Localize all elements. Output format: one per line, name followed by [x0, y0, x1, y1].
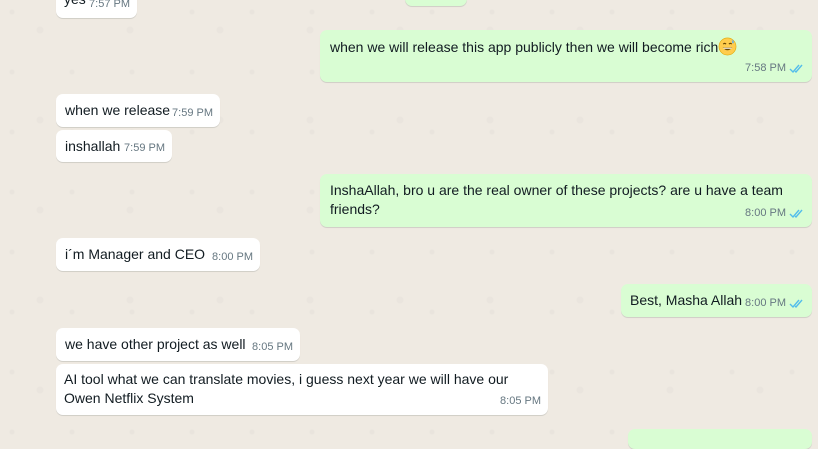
incoming-message-bubble[interactable]: AI tool what we can translate movies, i … — [56, 364, 548, 415]
message-meta: 7:58 PM — [745, 59, 805, 78]
message-time: 8:00 PM — [212, 251, 253, 263]
message-meta: 8:00 PM — [745, 294, 805, 313]
incoming-message-bubble[interactable]: we have other project as well 8:05 PM — [56, 328, 300, 361]
message-text: when we will release this app publicly t… — [330, 37, 737, 57]
message-meta: 7:59 PM — [172, 104, 213, 123]
message-meta: 8:00 PM — [745, 204, 805, 223]
incoming-message-bubble[interactable]: when we release 7:59 PM — [56, 94, 220, 127]
outgoing-message-bubble[interactable]: when we will release this app publicly t… — [320, 30, 812, 82]
message-text-content: when we will release this app publicly t… — [330, 39, 719, 55]
message-meta: 7:57 PM — [89, 0, 130, 14]
message-text: Best, Masha Allah — [630, 292, 743, 308]
message-meta: 7:59 PM — [124, 139, 165, 158]
message-text: yes — [64, 0, 86, 9]
message-text: AI tool what we can translate movies, i … — [64, 371, 509, 406]
message-text: when we release — [65, 102, 171, 118]
outgoing-message-bubble[interactable]: InshaAllah, bro u are the real owner of … — [320, 174, 812, 227]
partial-message-bubble[interactable] — [405, 0, 467, 6]
grinning-sweat-face-emoji — [718, 37, 737, 56]
message-time: 8:05 PM — [252, 341, 293, 353]
message-time: 7:58 PM — [745, 62, 786, 74]
message-text: inshallah — [65, 138, 121, 154]
message-text: i´m Manager and CEO — [65, 246, 206, 262]
partial-message-bubble[interactable] — [628, 429, 812, 449]
chat-message-pane[interactable]: yes 7:57 PM when we will release this ap… — [0, 0, 818, 449]
message-time: 7:59 PM — [124, 142, 165, 154]
message-meta: 8:00 PM — [212, 248, 253, 267]
read-receipt-icon — [789, 64, 803, 74]
message-text: we have other project as well — [65, 336, 246, 352]
message-time: 7:57 PM — [89, 0, 130, 10]
message-time: 8:00 PM — [745, 207, 786, 219]
incoming-message-bubble[interactable]: inshallah 7:59 PM — [56, 130, 172, 162]
read-receipt-icon — [789, 299, 803, 309]
message-meta: 8:05 PM — [252, 338, 293, 357]
message-time: 7:59 PM — [172, 107, 213, 119]
message-time: 8:05 PM — [500, 395, 541, 407]
incoming-message-bubble[interactable]: i´m Manager and CEO 8:00 PM — [56, 238, 260, 271]
incoming-message-bubble[interactable]: yes 7:57 PM — [56, 0, 137, 18]
read-receipt-icon — [789, 209, 803, 219]
outgoing-message-bubble[interactable]: Best, Masha Allah 8:00 PM — [621, 284, 812, 317]
message-text: InshaAllah, bro u are the real owner of … — [330, 182, 783, 217]
message-time: 8:00 PM — [745, 297, 786, 309]
message-meta: 8:05 PM — [500, 392, 541, 411]
